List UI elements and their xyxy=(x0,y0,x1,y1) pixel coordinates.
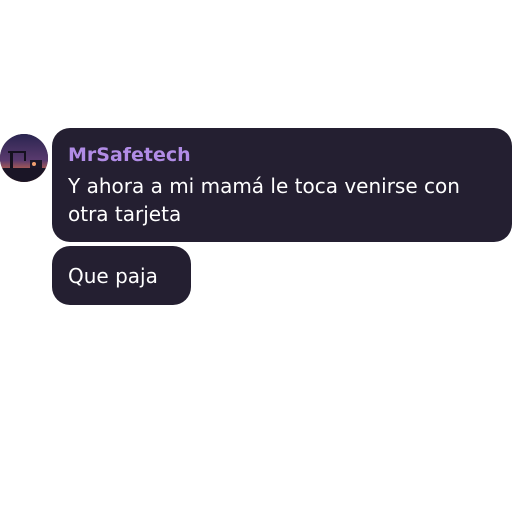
sunset-landscape-avatar-icon xyxy=(0,134,48,182)
sender-name[interactable]: MrSafetech xyxy=(68,142,496,168)
message-text: Y ahora a mi mamá le toca venirse con ot… xyxy=(68,174,460,226)
message-bubble-second[interactable]: Que paja xyxy=(52,246,191,305)
avatar[interactable] xyxy=(0,134,48,182)
message-bubble-first[interactable]: MrSafetech Y ahora a mi mamá le toca ven… xyxy=(52,128,512,242)
message-text: Que paja xyxy=(68,263,158,288)
chat-canvas: MrSafetech Y ahora a mi mamá le toca ven… xyxy=(0,0,512,512)
